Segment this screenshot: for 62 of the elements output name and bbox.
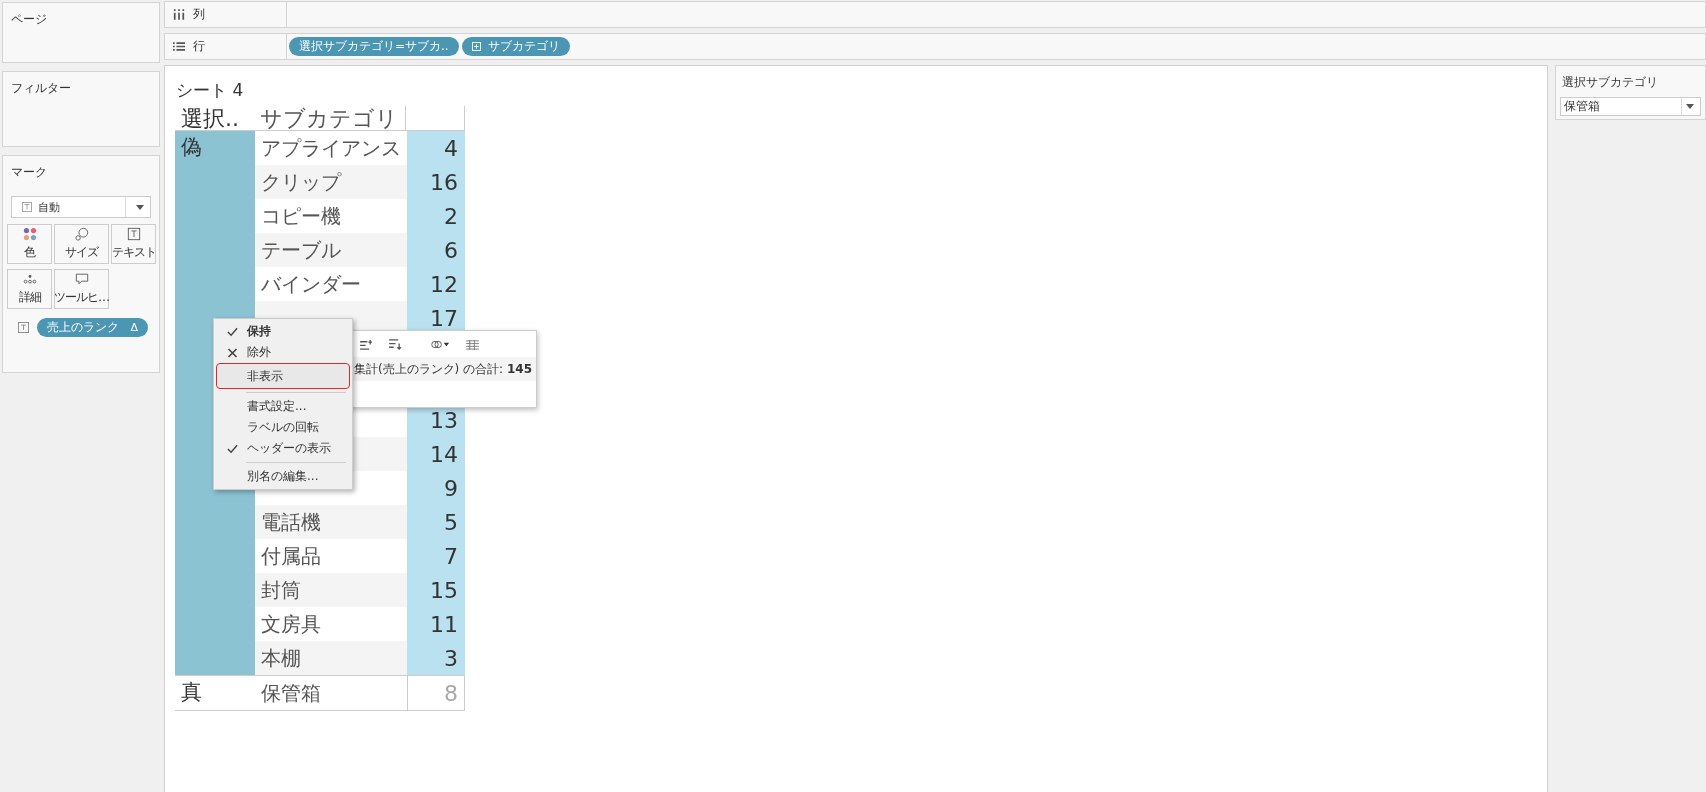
table-cell-text: 保管箱 (260, 679, 322, 707)
marks-button[interactable]: テキスト (111, 224, 156, 264)
table-cell: テーブル (255, 233, 407, 267)
marks-button[interactable]: サイズ (54, 224, 109, 264)
table-cell-text: 付属品 (260, 542, 322, 570)
table-cell: 15 (407, 573, 465, 607)
column-header: サブカテゴリ (259, 108, 400, 130)
text-icon (22, 202, 32, 212)
sort-descending-icon[interactable] (389, 338, 402, 350)
table-cell: 3 (407, 641, 465, 675)
table-cell: 2 (407, 199, 465, 233)
table-cell-text: アプライアンス (260, 134, 402, 162)
color-dots-icon (22, 227, 37, 241)
marks-button[interactable]: 詳細 (7, 269, 52, 309)
size-circles-icon (74, 227, 89, 241)
table-cell: 本棚 (255, 641, 407, 675)
table-cell: 12 (407, 267, 465, 301)
rows-icon (173, 41, 185, 52)
columns-icon (173, 9, 185, 20)
text-icon (126, 227, 141, 241)
filters-title: フィルター (11, 80, 71, 97)
speech-bubble-icon (74, 272, 89, 286)
marks-button[interactable]: ツールヒ… (54, 269, 109, 309)
filter-title: 選択サブカテゴリ (1561, 74, 1658, 91)
table-cell-text: 文房具 (260, 610, 322, 638)
rows-label: 行 (193, 38, 205, 55)
marks-button[interactable]: 色 (7, 224, 52, 264)
table-cell-text: コピー機 (260, 202, 342, 230)
table-cell: 4 (407, 131, 465, 165)
table-cell: 11 (407, 607, 465, 641)
table-cell-text: バインダー (260, 270, 362, 298)
table-icon[interactable] (466, 338, 479, 350)
table-cell: 8 (407, 676, 465, 710)
column-header: 選択.. (180, 108, 240, 130)
cross-icon (226, 347, 238, 358)
tooltip-text: 集計(売上のランク) の合計: 145 (353, 360, 532, 378)
detail-dots-icon (22, 272, 37, 286)
table-cell: 封筒 (255, 573, 407, 607)
table-cell: クリップ (255, 165, 407, 199)
table-cell: 9 (407, 471, 465, 505)
sheet-title: シート 4 (176, 79, 244, 102)
text-icon (18, 322, 29, 333)
caret-icon (1686, 104, 1694, 109)
filter-dropdown[interactable]: 保管箱 (1560, 97, 1701, 116)
marks-title: マーク (11, 164, 47, 181)
table-cell: 14 (407, 437, 465, 471)
checkmark-icon (226, 326, 238, 337)
table-cell: 5 (407, 505, 465, 539)
pages-title: ページ (11, 11, 47, 28)
expand-icon (471, 42, 481, 51)
table-cell: 電話機 (255, 505, 407, 539)
columns-label: 列 (193, 6, 205, 23)
row-header-cell-text: 真 (180, 679, 203, 706)
table-cell: 6 (407, 233, 465, 267)
caret-icon (136, 204, 144, 210)
table-cell: 16 (407, 165, 465, 199)
sort-ascending-icon[interactable] (360, 338, 373, 350)
checkmark-icon (226, 443, 238, 454)
mark-type-dropdown[interactable]: 自動 (11, 196, 151, 218)
link-caret-icon[interactable] (430, 338, 450, 350)
table-cell: 7 (407, 539, 465, 573)
menu-item[interactable]: 非表示 (216, 363, 350, 389)
